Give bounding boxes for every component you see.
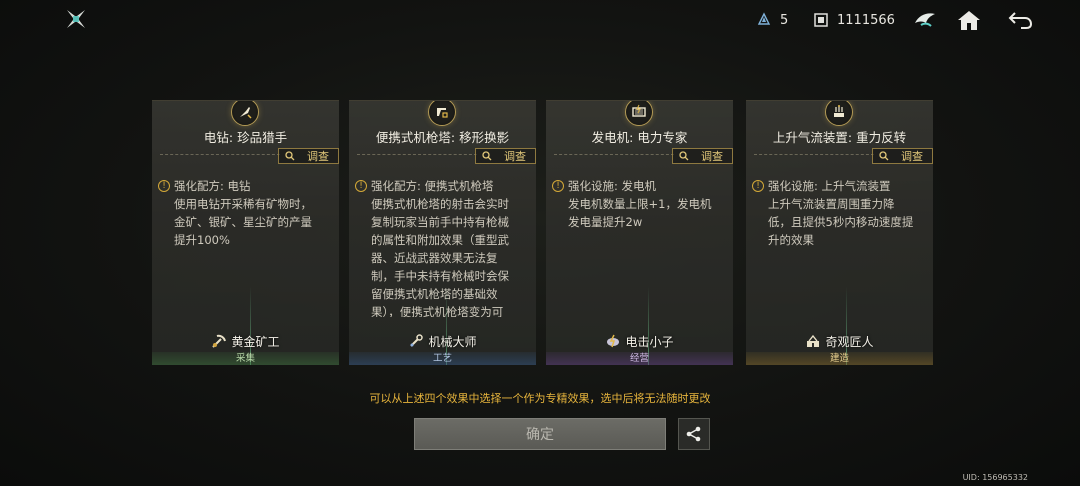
card-title: 便携式机枪塔: 移形换影 <box>375 130 510 145</box>
info-icon: ! <box>355 180 367 192</box>
job-title: 机械大师 <box>349 331 536 351</box>
home-icon <box>958 11 980 30</box>
investigate-label: 调查 <box>307 150 329 163</box>
crow-hint-icon <box>915 13 935 27</box>
lightning-icon <box>607 334 620 348</box>
builder-icon <box>807 334 820 347</box>
effect-header: ! 强化设施: 上升气流装置 <box>752 177 928 195</box>
job-name: 机械大师 <box>428 334 477 349</box>
job-name: 奇观匠人 <box>825 334 874 349</box>
divider <box>754 154 874 155</box>
updraft-icon <box>825 101 853 126</box>
effect-type: 强化设施: 发电机 <box>568 179 657 193</box>
specialization-card-turret[interactable]: 便携式机枪塔: 移形换影 调查 ! 强化配方: 便携式机枪塔 便携式机枪塔的射击… <box>349 100 536 365</box>
info-icon: ! <box>752 180 764 192</box>
effect-description: 使用电钻开采稀有矿物时， 金矿、银矿、星尘矿的产量 提升100% <box>174 197 312 247</box>
card-body: ! 强化设施: 上升气流装置 上升气流装置周围重力降 低，且提供5秒内移动速度提… <box>752 177 928 317</box>
effect-description: 发电机数量上限+1，发电机 发电量提升2w <box>568 197 712 229</box>
card-title: 电钻: 珍品猎手 <box>203 130 288 145</box>
card-body: ! 强化设施: 发电机 发电机数量上限+1，发电机 发电量提升2w <box>552 177 728 317</box>
job-name: 黄金矿工 <box>231 334 280 349</box>
info-icon: ! <box>158 180 170 192</box>
coins-value: 1111566 <box>837 12 895 28</box>
shard-icon <box>757 12 771 25</box>
investigate-button[interactable]: 调查 <box>872 148 933 164</box>
back-button[interactable] <box>1007 7 1033 33</box>
search-icon <box>482 151 492 161</box>
share-button[interactable] <box>678 418 710 450</box>
category-label: 经营 <box>546 352 733 365</box>
coins-counter: 1111566 <box>813 10 895 30</box>
effect-header: ! 强化设施: 发电机 <box>552 177 728 195</box>
investigate-button[interactable]: 调查 <box>672 148 733 164</box>
investigate-button[interactable]: 调查 <box>278 148 339 164</box>
search-icon <box>879 151 889 161</box>
category-label: 工艺 <box>349 352 536 365</box>
hint-button[interactable] <box>912 7 938 33</box>
category-label: 采集 <box>152 352 339 365</box>
specialization-card-updraft[interactable]: 上升气流装置: 重力反转 调查 ! 强化设施: 上升气流装置 上升气流装置周围重… <box>746 100 933 365</box>
job-title: 电击小子 <box>546 331 733 351</box>
divider <box>160 154 280 155</box>
confirm-button[interactable]: 确定 <box>414 418 666 450</box>
shards-counter: 5 <box>756 10 788 30</box>
effect-description: 便携式机枪塔的射击会实时 复制玩家当前手中持有枪械 的属性和附加效果（重型武 器… <box>371 197 509 317</box>
category-label: 建造 <box>746 352 933 365</box>
investigate-label: 调查 <box>701 150 723 163</box>
specialization-card-generator[interactable]: 发电机: 电力专家 调查 ! 强化设施: 发电机 发电机数量上限+1，发电机 发… <box>546 100 733 365</box>
user-id: UID: 156965332 <box>962 473 1028 482</box>
card-body: ! 强化配方: 便携式机枪塔 便携式机枪塔的射击会实时 复制玩家当前手中持有枪械… <box>355 177 531 317</box>
effect-type: 强化设施: 上升气流装置 <box>768 179 891 193</box>
search-icon <box>285 151 295 161</box>
effect-header: ! 强化配方: 电钻 <box>158 177 334 195</box>
back-arrow-icon <box>1008 12 1033 29</box>
card-title: 上升气流装置: 重力反转 <box>772 130 907 145</box>
drill-icon <box>231 101 259 126</box>
pickaxe-icon <box>212 334 227 348</box>
coin-icon <box>814 13 828 27</box>
divider <box>357 154 477 155</box>
job-title: 奇观匠人 <box>746 331 933 351</box>
shards-value: 5 <box>780 12 789 28</box>
confirm-label: 确定 <box>526 427 554 443</box>
specialization-card-drill[interactable]: 电钻: 珍品猎手 调查 ! 强化配方: 电钻 使用电钻开采稀有矿物时， 金矿、银… <box>152 100 339 365</box>
home-button[interactable] <box>956 7 982 33</box>
effect-description: 上升气流装置周围重力降 低，且提供5秒内移动速度提 升的效果 <box>768 197 914 247</box>
share-icon <box>686 426 701 442</box>
job-title: 黄金矿工 <box>152 331 339 351</box>
effect-type: 强化配方: 便携式机枪塔 <box>371 179 494 193</box>
investigate-label: 调查 <box>901 150 923 163</box>
job-name: 电击小子 <box>625 334 674 349</box>
selection-notice: 可以从上述四个效果中选择一个作为专精效果，选中后将无法随时更改 <box>369 392 711 405</box>
effect-header: ! 强化配方: 便携式机枪塔 <box>355 177 531 195</box>
shuriken-icon[interactable] <box>64 7 88 31</box>
card-body: ! 强化配方: 电钻 使用电钻开采稀有矿物时， 金矿、银矿、星尘矿的产量 提升1… <box>158 177 334 317</box>
generator-icon <box>625 101 653 126</box>
investigate-button[interactable]: 调查 <box>475 148 536 164</box>
search-icon <box>679 151 689 161</box>
investigate-label: 调查 <box>504 150 526 163</box>
card-title: 发电机: 电力专家 <box>591 130 688 145</box>
turret-icon <box>428 101 456 126</box>
divider <box>554 154 674 155</box>
wrench-icon <box>410 334 424 347</box>
effect-type: 强化配方: 电钻 <box>174 179 251 193</box>
top-bar: 5 1111566 <box>0 0 1080 40</box>
info-icon: ! <box>552 180 564 192</box>
